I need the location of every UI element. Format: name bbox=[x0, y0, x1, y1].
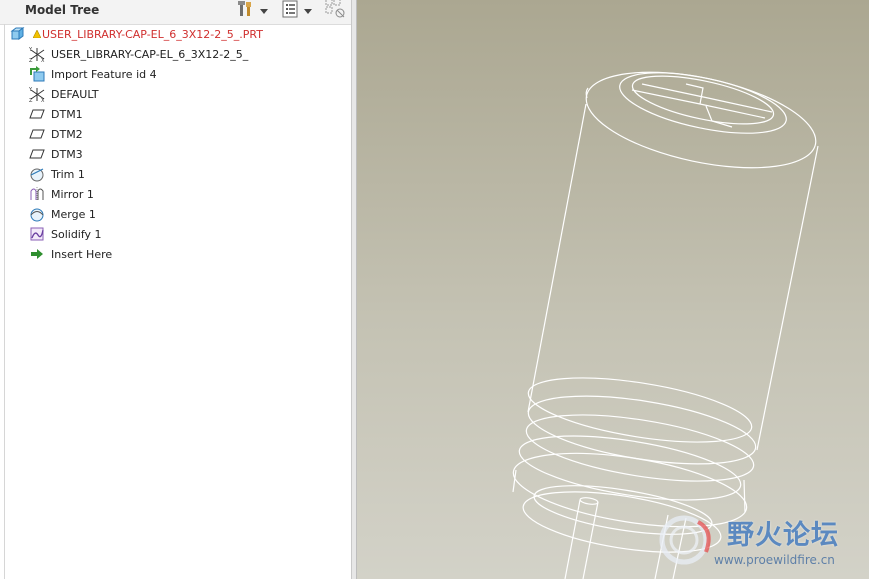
tree-item-label: Solidify 1 bbox=[51, 227, 102, 241]
part-icon bbox=[9, 26, 27, 42]
tree-item-label: DTM3 bbox=[51, 147, 83, 161]
tree-filter-button[interactable] bbox=[325, 0, 347, 24]
tree-item-label: Mirror 1 bbox=[51, 187, 94, 201]
svg-text:Z: Z bbox=[29, 58, 33, 63]
tree-item-mirror[interactable]: Mirror 1 bbox=[28, 184, 94, 204]
tree-item-insert-here[interactable]: Insert Here bbox=[28, 244, 112, 264]
tree-item-label: DEFAULT bbox=[51, 87, 99, 101]
import-feature-icon bbox=[28, 66, 46, 82]
tree-item-dtm3[interactable]: DTM3 bbox=[28, 144, 83, 164]
mirror-icon bbox=[28, 186, 46, 202]
chevron-down-icon bbox=[260, 8, 268, 14]
svg-text:X: X bbox=[41, 58, 45, 63]
tree-item-label: Trim 1 bbox=[51, 167, 85, 181]
svg-text:Y: Y bbox=[28, 47, 33, 53]
watermark-text: 野火论坛 bbox=[727, 520, 839, 551]
settings-tools-button[interactable] bbox=[237, 1, 268, 21]
capacitor-wireframe-model bbox=[512, 71, 819, 579]
tree-item-label: DTM1 bbox=[51, 107, 83, 121]
solidify-icon bbox=[28, 226, 46, 242]
graphics-viewport[interactable] bbox=[357, 0, 869, 579]
tree-item-merge[interactable]: Merge 1 bbox=[28, 204, 96, 224]
datum-plane-icon bbox=[28, 126, 46, 142]
datum-plane-icon bbox=[28, 146, 46, 162]
model-tree: USER_LIBRARY-CAP-EL_6_3X12-2_5_.PRT Y Z … bbox=[4, 24, 351, 579]
tree-item-solidify[interactable]: Solidify 1 bbox=[28, 224, 102, 244]
svg-text:X: X bbox=[41, 98, 45, 103]
filter-icon bbox=[325, 0, 347, 24]
merge-icon bbox=[28, 206, 46, 222]
datum-plane-icon bbox=[28, 106, 46, 122]
model-tree-header: Model Tree bbox=[0, 0, 351, 25]
tree-item-label: USER_LIBRARY-CAP-EL_6_3X12-2_5_ bbox=[51, 47, 249, 61]
tree-item-trim[interactable]: Trim 1 bbox=[28, 164, 85, 184]
tree-item-coordinate-system[interactable]: Y Z X USER_LIBRARY-CAP-EL_6_3X12-2_5_ bbox=[28, 44, 248, 64]
tree-item-label: Import Feature id 4 bbox=[51, 67, 157, 81]
trim-icon bbox=[28, 166, 46, 182]
show-menu-button[interactable] bbox=[281, 0, 312, 22]
svg-text:Z: Z bbox=[29, 98, 33, 103]
tools-icon bbox=[237, 0, 255, 22]
list-icon bbox=[281, 0, 299, 22]
tree-item-dtm1[interactable]: DTM1 bbox=[28, 104, 83, 124]
panel-title: Model Tree bbox=[25, 3, 100, 17]
insert-arrow-icon bbox=[28, 246, 46, 262]
tree-item-default-csys[interactable]: Y Z X DEFAULT bbox=[28, 84, 99, 104]
coordinate-system-icon: Y Z X bbox=[28, 46, 46, 63]
tree-item-dtm2[interactable]: DTM2 bbox=[28, 124, 83, 144]
tree-root-item[interactable]: USER_LIBRARY-CAP-EL_6_3X12-2_5_.PRT bbox=[9, 24, 263, 44]
model-tree-panel: Model Tree USER_LIBRARY-CAP-EL_6_3X12-2_… bbox=[0, 0, 352, 579]
tree-item-label: Merge 1 bbox=[51, 207, 96, 221]
tree-item-label: USER_LIBRARY-CAP-EL_6_3X12-2_5_.PRT bbox=[42, 27, 263, 41]
watermark-url: www.proewildfire.cn bbox=[714, 553, 835, 567]
svg-text:Y: Y bbox=[28, 87, 33, 93]
warning-icon bbox=[32, 28, 42, 41]
tree-item-label: Insert Here bbox=[51, 247, 113, 261]
tree-item-import-feature[interactable]: Import Feature id 4 bbox=[28, 64, 157, 84]
tree-item-label: DTM2 bbox=[51, 127, 83, 141]
chevron-down-icon bbox=[304, 8, 312, 14]
coordinate-system-icon: Y Z X bbox=[28, 86, 46, 103]
